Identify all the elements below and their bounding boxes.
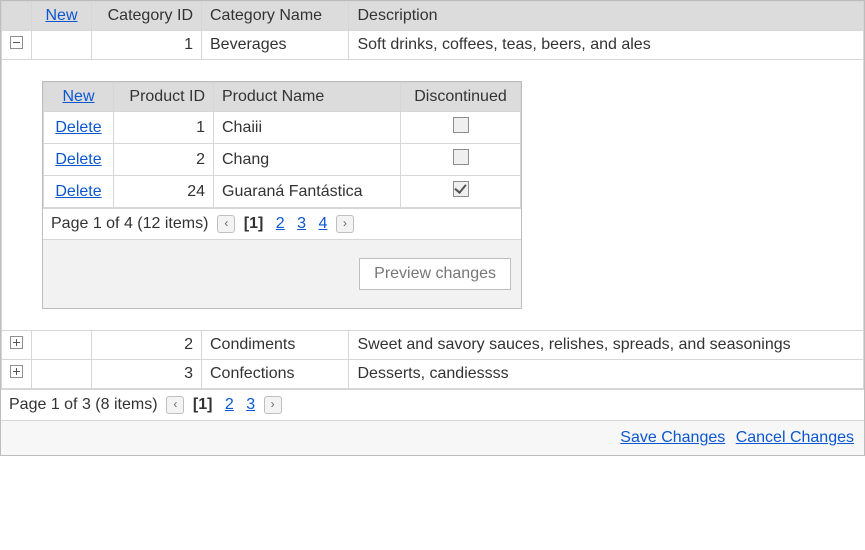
product-id-header[interactable]: Product ID [114,83,214,112]
product-name-cell: Chang [214,144,401,176]
products-table: New Product ID Product Name Discontinued [43,82,521,208]
product-name-cell: Chaiii [214,112,401,144]
detail-footer: Preview changes [43,239,521,308]
table-row: Delete 24 Guaraná Fantástica [44,176,521,208]
collapse-icon[interactable] [10,36,23,49]
delete-product-link[interactable]: Delete [55,183,101,200]
pager-summary: Page 1 of 4 (12 items) [51,215,208,232]
category-id-cell: 2 [92,331,202,360]
category-name-cell: Condiments [202,331,349,360]
description-cell: Desserts, candiessss [349,360,864,389]
preview-changes-button[interactable]: Preview changes [359,258,511,290]
discontinued-checkbox[interactable] [453,181,469,197]
category-id-cell: 1 [92,31,202,60]
new-product-link[interactable]: New [62,88,94,105]
category-id-header[interactable]: Category ID [92,2,202,31]
product-id-cell: 2 [114,144,214,176]
category-name-cell: Beverages [202,31,349,60]
pager-current-page: [1] [193,396,213,413]
new-category-link[interactable]: New [45,7,77,24]
discontinued-header[interactable]: Discontinued [401,83,521,112]
table-row: 1 Beverages Soft drinks, coffees, teas, … [2,31,864,60]
table-row: Delete 1 Chaiii [44,112,521,144]
discontinued-checkbox[interactable] [453,117,469,133]
pager-page-link[interactable]: 2 [276,215,285,232]
save-changes-link[interactable]: Save Changes [620,429,725,446]
pager-prev-button[interactable]: ‹ [217,215,235,233]
master-pager: Page 1 of 3 (8 items) ‹ [1] 2 3 › [1,389,864,420]
pager-next-button[interactable]: › [264,396,282,414]
discontinued-checkbox[interactable] [453,149,469,165]
categories-table: New Category ID Category Name Descriptio… [1,1,864,389]
pager-summary: Page 1 of 3 (8 items) [9,396,158,413]
category-name-header[interactable]: Category Name [202,2,349,31]
expand-icon[interactable] [10,365,23,378]
product-name-cell: Guaraná Fantástica [214,176,401,208]
description-cell: Sweet and savory sauces, relishes, sprea… [349,331,864,360]
expand-icon[interactable] [10,336,23,349]
description-cell: Soft drinks, coffees, teas, beers, and a… [349,31,864,60]
products-grid: New Product ID Product Name Discontinued [42,81,522,309]
detail-pager: Page 1 of 4 (12 items) ‹ [1] 2 3 4 › [43,208,521,239]
detail-row: New Product ID Product Name Discontinued [2,60,864,331]
table-row: 3 Confections Desserts, candiessss [2,360,864,389]
pager-page-link[interactable]: 3 [246,396,255,413]
delete-product-link[interactable]: Delete [55,151,101,168]
pager-current-page: [1] [244,215,264,232]
product-id-cell: 24 [114,176,214,208]
pager-page-link[interactable]: 3 [297,215,306,232]
table-row: 2 Condiments Sweet and savory sauces, re… [2,331,864,360]
table-row: Delete 2 Chang [44,144,521,176]
pager-page-link[interactable]: 4 [319,215,328,232]
product-id-cell: 1 [114,112,214,144]
delete-product-link[interactable]: Delete [55,119,101,136]
pager-prev-button[interactable]: ‹ [166,396,184,414]
description-header[interactable]: Description [349,2,864,31]
master-grid: New Category ID Category Name Descriptio… [0,0,865,456]
pager-page-link[interactable]: 2 [225,396,234,413]
cancel-changes-link[interactable]: Cancel Changes [736,429,854,446]
batch-edit-command-bar: Save Changes Cancel Changes [1,420,864,455]
category-name-cell: Confections [202,360,349,389]
expand-header [2,2,32,31]
new-column-header: New [32,2,92,31]
new-product-header: New [44,83,114,112]
pager-next-button[interactable]: › [336,215,354,233]
category-id-cell: 3 [92,360,202,389]
product-name-header[interactable]: Product Name [214,83,401,112]
